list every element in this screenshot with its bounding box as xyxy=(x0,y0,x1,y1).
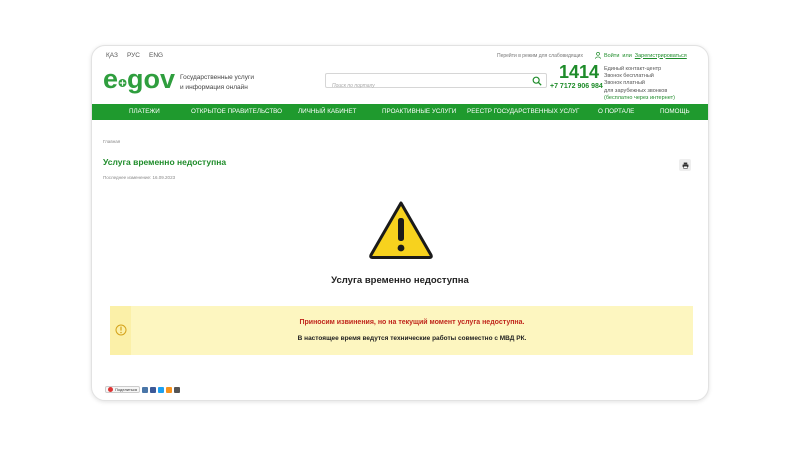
warning-icon xyxy=(369,201,433,259)
last-modified: Последнее изменение: 16.09.2023 xyxy=(103,175,176,180)
register-link[interactable]: Зарегистрироваться xyxy=(635,53,687,59)
site-tagline: Государственные услуги и информация онла… xyxy=(180,73,270,93)
nav-personal-cabinet[interactable]: Личный кабинет xyxy=(298,108,356,115)
notice-box: Приносим извинения, но на текущий момент… xyxy=(110,306,693,355)
main-nav: Платежи Открытое правительство Личный ка… xyxy=(92,104,708,120)
breadcrumb[interactable]: Главная xyxy=(103,139,120,144)
nav-help[interactable]: Помощь xyxy=(660,108,690,115)
nav-services-registry[interactable]: Реестр государственных услуг xyxy=(467,108,579,115)
contact-center-info: Единый контакт-центр Звонок бесплатный З… xyxy=(604,66,704,102)
nav-payments[interactable]: Платежи xyxy=(129,108,160,115)
lang-rus[interactable]: РУС xyxy=(127,52,140,59)
nav-proactive-services[interactable]: Проактивные услуги xyxy=(382,108,456,115)
lang-eng[interactable]: ENG xyxy=(149,52,163,59)
svg-text:e: e xyxy=(103,66,118,94)
phone-long-number[interactable]: +7 7172 906 984 xyxy=(550,83,603,90)
share-logo-icon xyxy=(108,387,113,392)
notice-icon-strip xyxy=(110,306,131,355)
login-area: Войти или Зарегистрироваться xyxy=(595,52,687,59)
tagline-line-1: Государственные услуги xyxy=(180,74,254,81)
facebook-icon[interactable] xyxy=(150,386,157,393)
contact-info-line: Звонок платный xyxy=(604,80,645,87)
phone-short-number[interactable]: 1414 xyxy=(559,62,599,83)
print-icon xyxy=(682,162,688,169)
search-input[interactable] xyxy=(326,79,526,93)
user-icon xyxy=(595,52,601,59)
tagline-line-2: и информация онлайн xyxy=(180,84,248,91)
login-link[interactable]: Войти xyxy=(604,53,619,59)
login-or-text: или xyxy=(622,52,632,59)
notice-details-text: В настоящее время ведутся технические ра… xyxy=(297,335,527,342)
notice-apology-text: Приносим извинения, но на текущий момент… xyxy=(299,319,525,326)
share-label: Поделиться xyxy=(115,387,138,392)
more-share-icon[interactable] xyxy=(174,386,181,393)
egov-logo[interactable]: e gov xyxy=(103,64,175,94)
svg-text:gov: gov xyxy=(127,66,175,94)
share-button[interactable]: Поделиться xyxy=(105,386,141,393)
vk-icon[interactable] xyxy=(142,386,149,393)
share-bar: Поделиться xyxy=(105,386,181,393)
nav-open-government[interactable]: Открытое правительство xyxy=(191,108,282,115)
impaired-mode-link[interactable]: Перейти в режим для слабовидящих xyxy=(497,53,583,59)
unavailable-heading: Услуга временно недоступна xyxy=(331,275,469,286)
language-switcher: ҚАЗ РУС ENG xyxy=(106,52,163,59)
nav-about[interactable]: О портале xyxy=(598,108,634,115)
search-box xyxy=(325,73,547,93)
top-bar: ҚАЗ РУС ENG Перейти в режим для слабовид… xyxy=(92,46,708,64)
lang-kaz[interactable]: ҚАЗ xyxy=(106,52,118,59)
search-icon[interactable] xyxy=(532,76,542,86)
browser-frame: ҚАЗ РУС ENG Перейти в режим для слабовид… xyxy=(91,45,709,401)
free-internet-call-link[interactable]: (бесплатно через интернет) xyxy=(604,95,704,102)
print-button[interactable] xyxy=(679,159,691,171)
twitter-icon[interactable] xyxy=(158,386,165,393)
contact-info-line: для зарубежных звонков xyxy=(604,87,668,94)
page-title: Услуга временно недоступна xyxy=(103,157,227,167)
odnoklassniki-icon[interactable] xyxy=(166,386,173,393)
egov-logo-icon: e gov xyxy=(103,64,175,94)
